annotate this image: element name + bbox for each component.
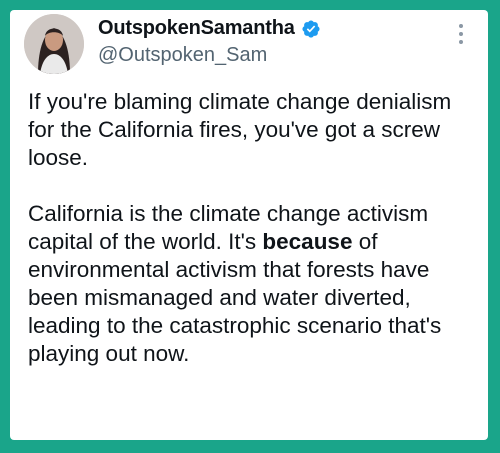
author-name-row: OutspokenSamantha bbox=[98, 17, 321, 40]
author-display-name[interactable]: OutspokenSamantha bbox=[98, 17, 295, 40]
profile-photo-icon bbox=[24, 14, 84, 74]
tweet-emphasis: because bbox=[262, 229, 353, 254]
more-vertical-icon[interactable] bbox=[458, 24, 464, 44]
tweet-paragraph-2: California is the climate change activis… bbox=[28, 200, 478, 368]
author-handle[interactable]: @Outspoken_Sam bbox=[98, 44, 267, 67]
tweet-paragraph-1: If you're blaming climate change deniali… bbox=[28, 89, 452, 170]
tweet-text: If you're blaming climate change deniali… bbox=[28, 88, 478, 368]
more-dot bbox=[459, 40, 463, 44]
more-dot bbox=[459, 32, 463, 36]
verified-badge-icon bbox=[302, 19, 320, 38]
tweet-card: OutspokenSamantha @Outspoken_Sam If you'… bbox=[10, 10, 488, 440]
avatar[interactable] bbox=[24, 14, 84, 74]
more-dot bbox=[459, 24, 463, 28]
